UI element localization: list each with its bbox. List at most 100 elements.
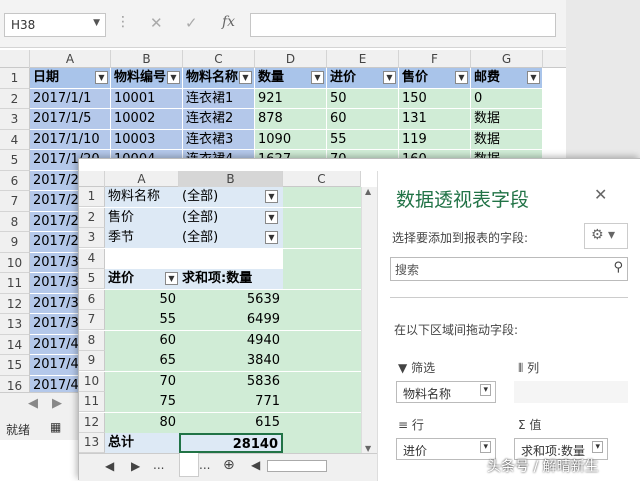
table-cell[interactable]: 2017/4 [30,334,80,355]
pivot-cell-c[interactable] [283,412,361,433]
row-header[interactable]: 4 [0,129,30,150]
table-cell[interactable]: 2017/2 [30,211,80,232]
pivot-sum-value[interactable]: 615 [179,412,283,433]
pivot-cell-c[interactable] [283,330,361,351]
col-header-c[interactable]: C [183,50,255,68]
row-header[interactable]: 14 [0,334,30,355]
table-cell[interactable]: 0 [471,88,543,109]
pivot-row-value[interactable]: 80 [105,412,179,433]
table-cell[interactable]: 数据 [471,129,543,150]
pivot-row-header[interactable]: 3 [79,228,105,248]
pivot-row-header[interactable]: 8 [79,330,105,351]
chevron-down-icon[interactable]: ▼ [265,190,278,203]
filter-dropdown-icon[interactable]: ▼ [95,71,108,84]
pivot-sum-value[interactable]: 6499 [179,310,283,330]
pivot-cell-c[interactable] [283,207,361,228]
gear-icon[interactable]: ⚙ ▾ [584,223,628,249]
filter-dropdown-icon[interactable]: ▼ [383,71,396,84]
pivot-sum-value[interactable]: 5836 [179,371,283,392]
pivot-row-header[interactable]: 11 [79,392,105,412]
pivot-col-header-a[interactable]: A [105,171,179,187]
row-header[interactable]: 3 [0,109,30,130]
next-sheet-icon[interactable]: ▶ [52,396,62,411]
pivot-row-value[interactable]: 50 [105,289,179,310]
filter-dropdown-icon[interactable]: ▼ [239,71,252,84]
row-header[interactable]: 13 [0,314,30,335]
pivot-cell-c[interactable] [283,228,361,248]
table-cell[interactable]: 2017/3 [30,314,80,335]
pivot-row-value[interactable]: 65 [105,351,179,371]
pivot-col-header-c[interactable]: C [283,171,361,187]
table-cell[interactable]: 55 [327,129,399,150]
pivot-select-all[interactable] [79,171,105,187]
col-header-b[interactable]: B [111,50,183,68]
pivot-cell-c[interactable] [283,392,361,412]
macro-icon[interactable]: ▦ [50,420,61,434]
prev-sheet-icon[interactable]: ◀ [28,396,38,411]
chevron-down-icon[interactable]: ▼ [265,231,278,244]
pivot-row-value[interactable]: 75 [105,392,179,412]
col-header-d[interactable]: D [255,50,327,68]
pivot-row-header[interactable]: 5 [79,269,105,289]
sheet-more-left[interactable]: ... [153,458,164,472]
table-cell[interactable]: 连衣裙1 [183,88,255,109]
filter-chip[interactable]: 物料名称 ▾ [396,381,496,403]
sheet-more-right[interactable]: ... [199,458,210,472]
table-cell[interactable]: 1090 [255,129,327,150]
scroll-down-icon[interactable]: ▼ [365,444,371,453]
table-cell[interactable]: 2017/1/10 [30,129,111,150]
table-cell[interactable]: 921 [255,88,327,109]
pivot-row-header[interactable]: 13 [79,433,105,453]
chevron-down-icon[interactable]: ▾ [480,441,491,453]
scroll-up-icon[interactable]: ▲ [365,187,371,196]
scroll-left-icon[interactable]: ◀ [251,458,260,472]
row-header[interactable]: 12 [0,293,30,314]
table-cell[interactable]: 2017/4 [30,355,80,376]
pivot-sum-value[interactable]: 4940 [179,330,283,351]
filter-dropdown-icon[interactable]: ▼ [527,71,540,84]
blank-row[interactable] [105,249,283,269]
filter-dropdown-icon[interactable]: ▼ [165,272,178,285]
pivot-row-value[interactable]: 55 [105,310,179,330]
table-cell[interactable]: 2017/2 [30,191,80,212]
table-cell[interactable]: 60 [327,109,399,130]
pivot-cell-c[interactable] [283,269,361,289]
pivot-row-header[interactable]: 4 [79,248,105,269]
row-header[interactable]: 1 [0,68,30,89]
col-header-e[interactable]: E [327,50,399,68]
pivot-cell-c[interactable] [283,433,361,453]
row-header[interactable]: 7 [0,191,30,212]
chevron-down-icon[interactable]: ▼ [93,18,100,28]
chevron-down-icon[interactable]: ▾ [480,384,491,396]
vertical-scrollbar[interactable]: ▲ ▼ [361,187,377,453]
pivot-sum-value[interactable]: 5639 [179,289,283,310]
pivot-row-header[interactable]: 12 [79,412,105,433]
pivot-sum-value[interactable]: 771 [179,392,283,412]
filter-dropdown-icon[interactable]: ▼ [311,71,324,84]
row-chip[interactable]: 进价 ▾ [396,438,496,460]
pivot-row-header[interactable]: 9 [79,351,105,371]
pivot-row-value[interactable]: 60 [105,330,179,351]
table-cell[interactable]: 2017/2 [30,232,80,253]
table-cell[interactable]: 10003 [111,129,183,150]
cancel-icon[interactable]: ✕ [150,14,163,32]
row-header[interactable]: 9 [0,232,30,253]
pivot-row-header[interactable]: 7 [79,310,105,330]
add-sheet-icon[interactable]: ⊕ [223,457,235,473]
col-header-g[interactable]: G [471,50,543,68]
pivot-cell-c[interactable] [283,371,361,392]
filter-dropdown-icon[interactable]: ▼ [455,71,468,84]
total-value[interactable]: 28140 [179,433,283,453]
prev-sheet-icon[interactable]: ◀ [105,459,114,473]
table-cell[interactable]: 10001 [111,88,183,109]
table-cell[interactable]: 2017/3 [30,252,80,273]
table-cell[interactable]: 2017/2 [30,170,80,191]
chevron-down-icon[interactable]: ▾ [592,441,603,453]
chevron-down-icon[interactable]: ▼ [265,210,278,224]
table-cell[interactable]: 2017/3 [30,293,80,314]
formula-input[interactable] [250,13,556,37]
pivot-row-header[interactable]: 6 [79,289,105,310]
pivot-sum-value[interactable]: 3840 [179,351,283,371]
pivot-cell-c[interactable] [283,187,361,207]
table-cell[interactable]: 50 [327,88,399,109]
